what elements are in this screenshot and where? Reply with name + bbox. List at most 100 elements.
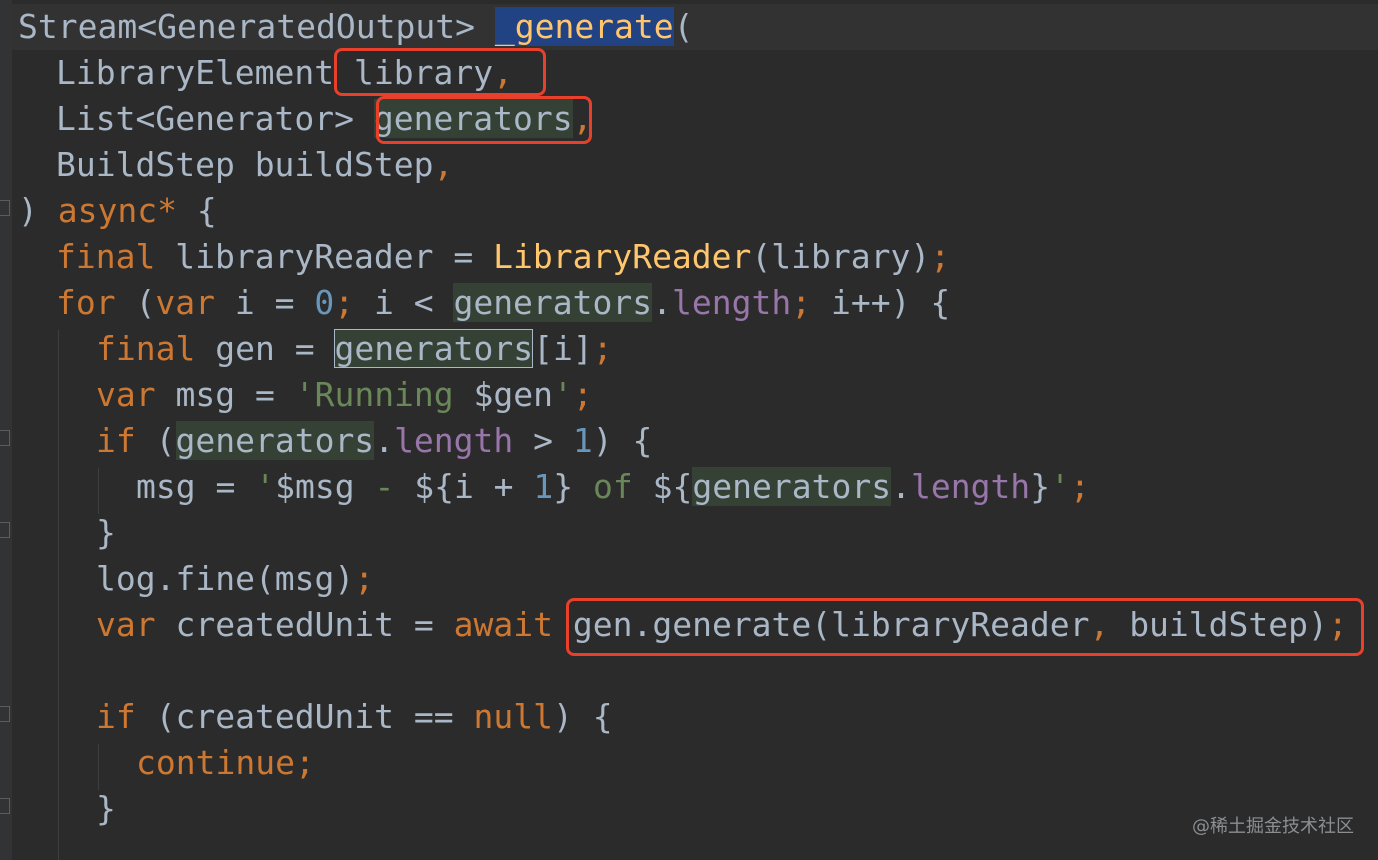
- args: (library): [751, 237, 931, 276]
- keyword-null: null: [473, 697, 553, 736]
- fold-marker-icon[interactable]: [0, 200, 10, 216]
- open-paren: (: [673, 7, 694, 46]
- code-line-8[interactable]: final gen = generators[i];: [96, 326, 613, 372]
- keyword-if: if: [96, 697, 136, 736]
- code-line-5[interactable]: ) async* {: [18, 188, 217, 234]
- code-line-17[interactable]: continue;: [136, 740, 315, 786]
- dot: .: [652, 283, 673, 322]
- code-line-18[interactable]: }: [96, 786, 116, 832]
- prop-length: length: [910, 467, 1031, 506]
- code-line-10[interactable]: if (generators.length > 1) {: [96, 418, 652, 464]
- ref-generators[interactable]: generators: [175, 421, 375, 460]
- interpolation: $gen: [473, 375, 554, 414]
- code-line-4[interactable]: BuildStep buildStep,: [56, 142, 453, 188]
- operator: =: [274, 283, 295, 322]
- ref-generators[interactable]: generators: [453, 283, 653, 322]
- semicolon: ;: [930, 237, 951, 276]
- code-line-11[interactable]: msg = '$msg - ${i + 1} of ${generators.l…: [136, 464, 1090, 510]
- interpolation: ${i +: [414, 467, 534, 506]
- interpolation: $msg: [275, 467, 355, 506]
- open-paren: (: [135, 283, 156, 322]
- code-editor[interactable]: Stream<GeneratedOutput> _generate( Libra…: [0, 0, 1378, 860]
- number-literal: 1: [533, 467, 554, 506]
- code-line-16[interactable]: if (createdUnit == null) {: [96, 694, 613, 740]
- semicolon: ;: [791, 283, 812, 322]
- code-line-6[interactable]: final libraryReader = LibraryReader(libr…: [56, 234, 950, 280]
- log-call[interactable]: log.fine(msg): [96, 559, 354, 598]
- var-msg[interactable]: msg: [175, 375, 235, 414]
- var-gen[interactable]: gen: [215, 329, 275, 368]
- operator: =: [215, 467, 236, 506]
- condition: i <: [373, 283, 434, 322]
- var-msg[interactable]: msg: [136, 467, 196, 506]
- function-name[interactable]: _generate: [494, 7, 674, 46]
- open-brace: {: [930, 283, 951, 322]
- interpolation: }: [553, 467, 574, 506]
- indent-guide: [98, 744, 99, 790]
- fold-marker-icon[interactable]: [0, 522, 10, 538]
- indent-guide: [98, 468, 99, 514]
- indent-guide: [58, 330, 59, 860]
- semicolon: ;: [592, 329, 613, 368]
- annotation-box-library: [334, 48, 546, 96]
- comma: ,: [433, 145, 454, 184]
- dot: .: [891, 467, 911, 506]
- code-line-7[interactable]: for (var i = 0; i < generators.length; i…: [56, 280, 950, 326]
- semicolon: ;: [334, 283, 355, 322]
- ref-generators[interactable]: generators: [692, 467, 892, 506]
- prop-length: length: [672, 283, 792, 322]
- code-line-9[interactable]: var msg = 'Running $gen';: [96, 372, 593, 418]
- string-quote: ': [255, 467, 276, 506]
- operator: =: [453, 237, 474, 276]
- param-type: BuildStep: [56, 145, 235, 184]
- fold-marker-icon[interactable]: [0, 798, 10, 814]
- keyword-async: async*: [57, 191, 177, 230]
- var-created-unit[interactable]: createdUnit: [175, 605, 394, 644]
- open-brace: {: [592, 697, 613, 736]
- close-paren: ): [553, 697, 573, 736]
- keyword-if: if: [96, 421, 136, 460]
- semicolon: ;: [572, 375, 593, 414]
- interpolation: }: [1030, 467, 1051, 506]
- var-library-reader[interactable]: libraryReader: [175, 237, 433, 276]
- constructor-call[interactable]: LibraryReader: [493, 237, 751, 276]
- open-brace: {: [196, 191, 217, 230]
- code-line-1[interactable]: Stream<GeneratedOutput> _generate(: [12, 4, 1378, 50]
- semicolon: ;: [294, 743, 315, 782]
- operator: =: [254, 375, 275, 414]
- code-line-12[interactable]: }: [96, 510, 116, 556]
- annotation-box-generate-call: [566, 598, 1364, 656]
- ref-generators-caret[interactable]: generators: [334, 329, 534, 368]
- index: [i]: [533, 329, 593, 368]
- dot: .: [374, 421, 395, 460]
- keyword-final: final: [96, 329, 196, 368]
- increment: i++): [830, 283, 911, 322]
- param-buildstep[interactable]: buildStep: [255, 145, 434, 184]
- fold-marker-icon[interactable]: [0, 430, 10, 446]
- prop-length: length: [394, 421, 514, 460]
- open-brace: {: [632, 421, 653, 460]
- keyword-final: final: [56, 237, 156, 276]
- condition: (createdUnit ==: [155, 697, 454, 736]
- semicolon: ;: [354, 559, 375, 598]
- annotation-box-generators: [376, 96, 592, 144]
- interpolation: ${: [652, 467, 693, 506]
- semicolon: ;: [1069, 467, 1090, 506]
- close-paren: ): [592, 421, 613, 460]
- string-quote: ': [553, 375, 573, 414]
- string-literal: of: [573, 467, 653, 506]
- open-paren: (: [155, 421, 176, 460]
- keyword-var: var: [155, 283, 215, 322]
- param-type: List<Generator>: [56, 99, 355, 138]
- fold-marker-icon[interactable]: [0, 706, 10, 722]
- watermark: @稀土掘金技术社区: [1192, 816, 1354, 837]
- close-brace: }: [96, 789, 116, 828]
- operator: =: [294, 329, 315, 368]
- loop-var: i: [234, 283, 255, 322]
- keyword-for: for: [56, 283, 116, 322]
- close-paren: ): [18, 191, 38, 230]
- code-line-13[interactable]: log.fine(msg);: [96, 556, 374, 602]
- operator: >: [533, 421, 573, 460]
- number-literal: 1: [572, 421, 593, 460]
- close-brace: }: [96, 513, 116, 552]
